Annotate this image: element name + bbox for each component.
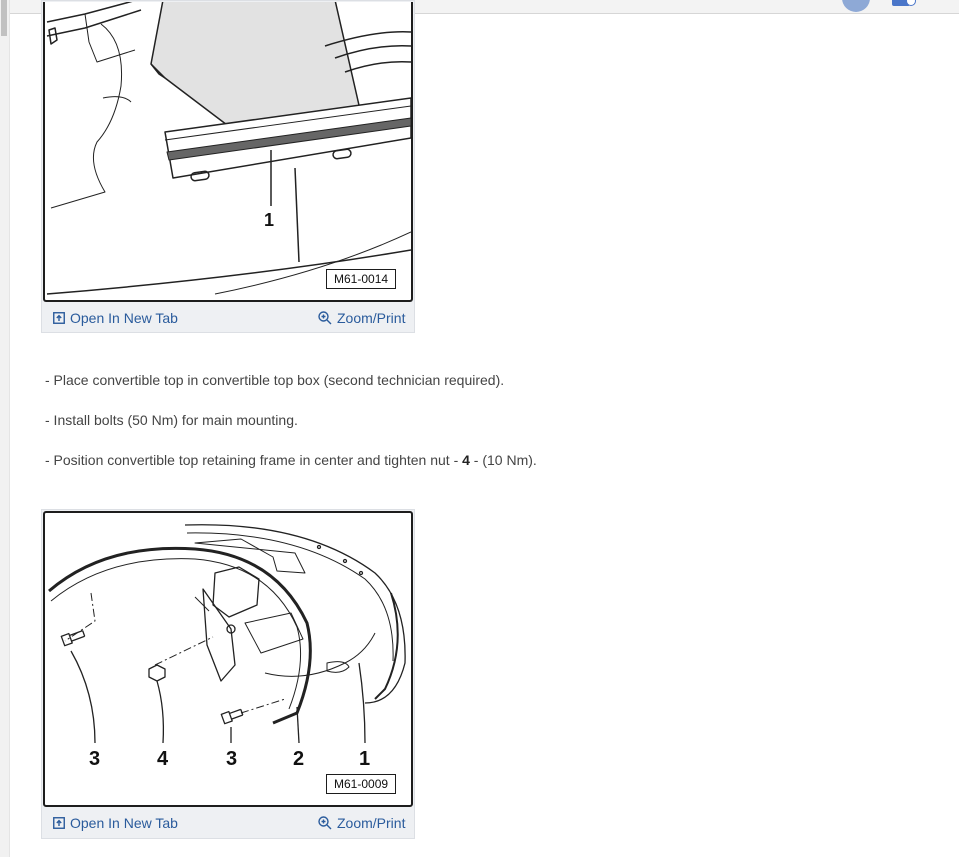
callout-3-right: 3: [226, 748, 237, 770]
zoom-print-label: Zoom/Print: [337, 815, 406, 831]
callout-1: 1: [359, 748, 370, 770]
callout-4: 4: [157, 748, 169, 770]
step-place-top: - Place convertible top in convertible t…: [45, 372, 505, 388]
callout-1: 1: [264, 210, 274, 230]
external-tab-icon: [53, 817, 65, 829]
magnifier-plus-icon: [318, 311, 332, 325]
step-position-frame: - Position convertible top retaining fra…: [45, 452, 537, 468]
external-tab-icon: [53, 312, 65, 324]
zoom-print-link[interactable]: Zoom/Print: [318, 815, 405, 831]
step-install-bolts: - Install bolts (50 Nm) for main mountin…: [45, 412, 298, 428]
magnifier-plus-icon: [318, 816, 332, 830]
figure-code: M61-0014: [326, 269, 397, 289]
notification-icon[interactable]: [892, 0, 916, 6]
step-nut-number: 4: [462, 452, 470, 468]
step-text-end: - (10 Nm).: [469, 452, 537, 468]
figure-toolbar: Open In New Tab Zoom/Print: [42, 304, 414, 330]
retaining-frame-drawing: 3 4 3 2 1: [48, 524, 406, 770]
scrollbar-thumb[interactable]: [1, 0, 7, 36]
callout-3-left: 3: [89, 748, 100, 770]
figure-image[interactable]: 3 4 3 2 1 M61-0009: [43, 511, 413, 807]
zoom-print-link[interactable]: Zoom/Print: [318, 310, 405, 326]
figure-image[interactable]: 1 M61-0014: [43, 2, 413, 302]
zoom-print-label: Zoom/Print: [337, 310, 406, 326]
open-in-new-tab-label: Open In New Tab: [70, 815, 178, 831]
figure-m61-0014: 1 M61-0014 Open In New Tab Zoom/Print: [41, 0, 415, 333]
figure-toolbar: Open In New Tab Zoom/Print: [42, 809, 414, 835]
figure-m61-0009: 3 4 3 2 1 M61-0009 Open In New Tab Zoom/…: [41, 509, 415, 839]
user-avatar-icon[interactable]: [842, 0, 870, 12]
open-in-new-tab-link[interactable]: Open In New Tab: [53, 310, 178, 326]
step-text-start: - Position convertible top retaining fra…: [45, 452, 463, 468]
open-in-new-tab-label: Open In New Tab: [70, 310, 178, 326]
callout-2: 2: [293, 748, 304, 770]
convertible-top-box-drawing: 1: [46, 2, 411, 295]
open-in-new-tab-link[interactable]: Open In New Tab: [53, 815, 178, 831]
figure-code: M61-0009: [326, 774, 397, 794]
page-scrollbar[interactable]: [0, 0, 10, 857]
